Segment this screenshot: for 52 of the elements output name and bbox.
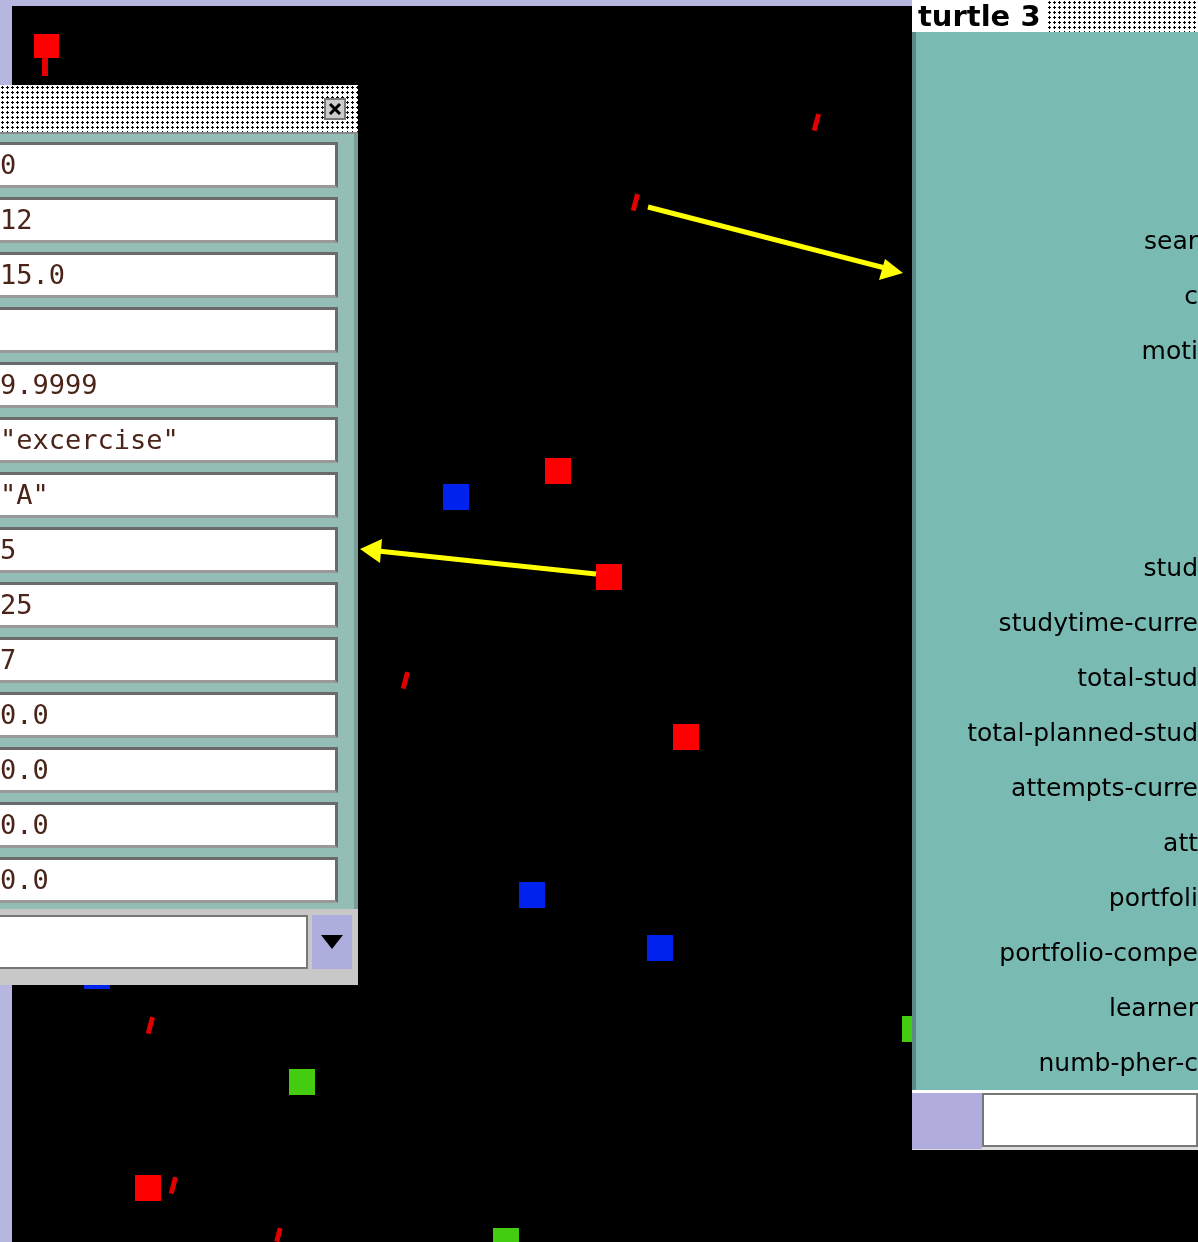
turtle-mark [630, 193, 640, 212]
value-field[interactable] [0, 307, 338, 353]
variable-label: portfoli [1108, 883, 1198, 912]
agent-square [673, 724, 699, 750]
command-field[interactable] [982, 1093, 1198, 1147]
variable-label: studytime-curre [998, 608, 1198, 637]
value-field[interactable]: 5 [0, 527, 338, 573]
prompt-block [912, 1093, 982, 1149]
turtle-mark [145, 1016, 155, 1035]
agent-square [545, 458, 571, 484]
turtle-mark [168, 1176, 178, 1195]
value-field[interactable]: 0.0 [0, 747, 338, 793]
turtle-mark [400, 671, 410, 690]
variable-label: numb-pher-c [1038, 1048, 1198, 1077]
agent-square [135, 1175, 161, 1201]
dropdown-button[interactable] [312, 915, 352, 969]
variable-label: attempts-curre [1011, 773, 1198, 802]
command-field[interactable] [0, 915, 308, 969]
agent-square [596, 564, 622, 590]
value-field[interactable]: 25 [0, 582, 338, 628]
variable-label: att [1163, 828, 1198, 857]
value-field[interactable]: 12 [0, 197, 338, 243]
turtle-mark [811, 113, 821, 132]
value-field[interactable]: "A" [0, 472, 338, 518]
variable-label: portfolio-compe [999, 938, 1198, 967]
agent-square [647, 935, 673, 961]
agent-square [493, 1228, 519, 1242]
close-button[interactable] [324, 97, 346, 120]
variable-label: sear [1144, 226, 1198, 255]
value-field[interactable]: 0 [0, 142, 338, 188]
close-icon [328, 101, 342, 116]
caret-icon [321, 935, 343, 949]
value-field[interactable]: 9.9999 [0, 362, 338, 408]
value-field[interactable]: 15.0 [0, 252, 338, 298]
title-bar-grip[interactable] [1046, 0, 1198, 32]
variable-label: learner [1109, 993, 1198, 1022]
value-field[interactable]: 0.0 [0, 857, 338, 903]
agent-square [289, 1069, 315, 1095]
turtle-pin [34, 34, 59, 76]
variable-label: stud [1143, 553, 1198, 582]
agent-square [443, 484, 469, 510]
value-field[interactable]: 0.0 [0, 802, 338, 848]
turtle-mark [274, 1227, 283, 1242]
variable-label: moti [1141, 336, 1198, 365]
variable-label: total-planned-stud [967, 718, 1198, 747]
value-field[interactable]: 7 [0, 637, 338, 683]
variable-label: c [1184, 281, 1198, 310]
window-title: turtle 3 [917, 0, 1042, 32]
variable-label: total-stud [1077, 663, 1198, 692]
agent-square [519, 882, 545, 908]
value-field[interactable]: 0.0 [0, 692, 338, 738]
value-field[interactable]: "excercise" [0, 417, 338, 463]
